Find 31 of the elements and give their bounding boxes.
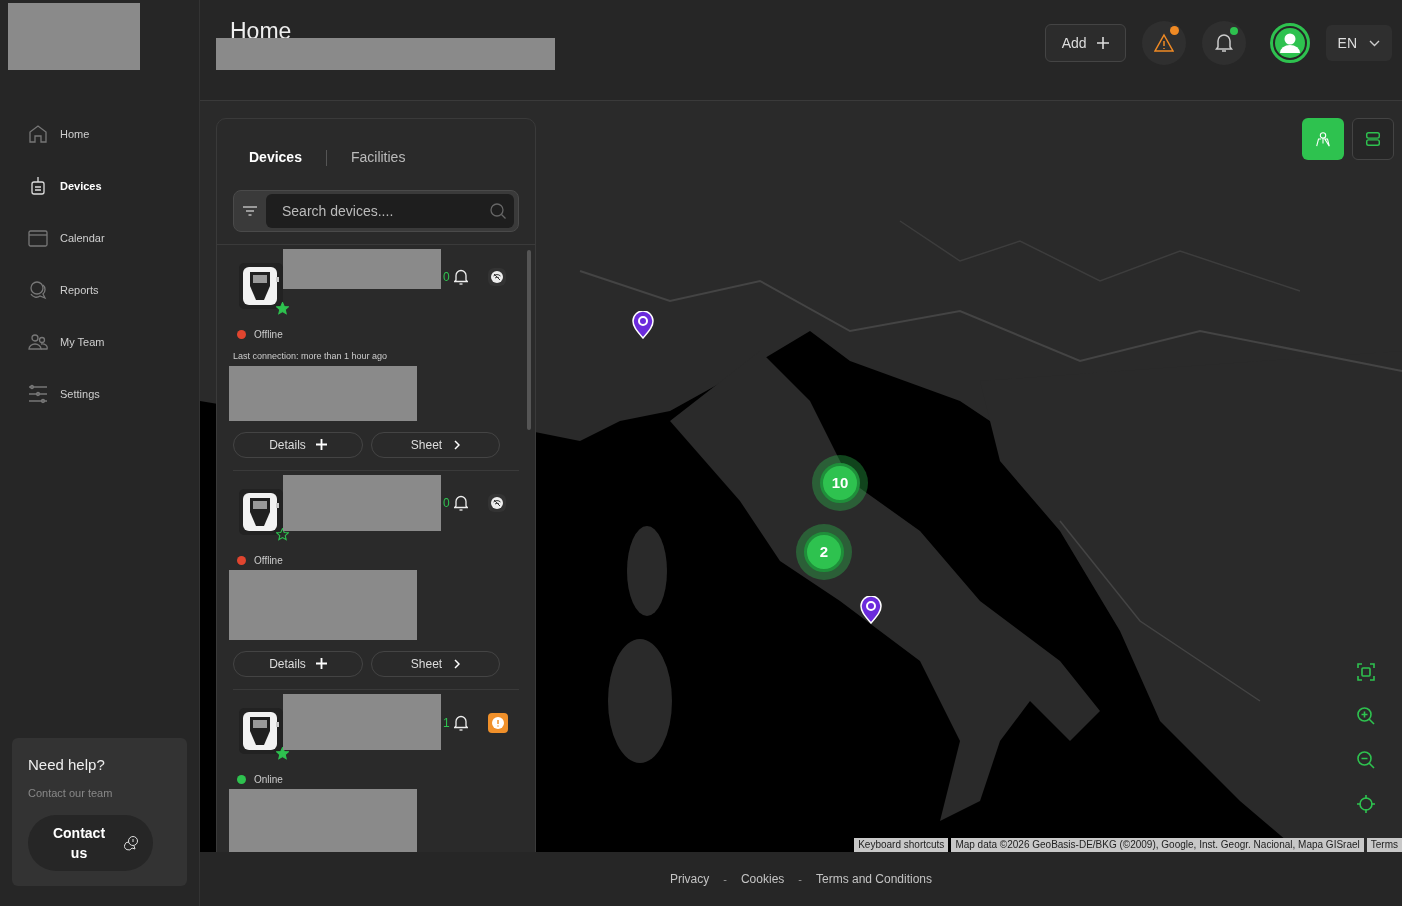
reports-icon — [28, 280, 48, 300]
bell-icon — [1214, 33, 1233, 53]
warning-button[interactable] — [1141, 21, 1186, 65]
sidebar-item[interactable]: Calendar — [0, 212, 199, 264]
notifications-button[interactable] — [1201, 21, 1246, 65]
footer-link[interactable]: Cookies — [738, 870, 787, 888]
calendar-icon — [28, 228, 48, 248]
avatar-icon — [1274, 28, 1305, 58]
chat-icon — [123, 835, 139, 851]
team-icon — [28, 332, 48, 352]
home-icon — [28, 124, 48, 144]
footer-link[interactable]: Terms and Conditions — [814, 870, 935, 888]
add-button[interactable]: Add — [1044, 24, 1126, 62]
help-title: Need help? — [28, 755, 106, 775]
separator-text: - — [798, 871, 802, 887]
plus-icon — [1096, 37, 1109, 49]
help-subtitle: Contact our team — [28, 785, 114, 801]
sidebar-item[interactable]: Home — [0, 108, 199, 160]
language-selector[interactable]: EN — [1325, 25, 1392, 61]
sidebar-item[interactable]: My Team — [0, 316, 199, 368]
sidebar-item[interactable]: Reports — [0, 264, 199, 316]
footer-link[interactable]: Privacy — [667, 870, 712, 888]
warning-icon — [1153, 33, 1174, 53]
settings-icon — [28, 384, 48, 404]
separator-text: - — [723, 871, 727, 887]
sidebar-item[interactable]: Devices — [0, 160, 199, 212]
contact-button[interactable]: Contact us — [28, 815, 153, 871]
device-icon — [28, 176, 48, 196]
chevron-down-icon — [1369, 39, 1380, 47]
sidebar-item[interactable]: Settings — [0, 368, 199, 420]
avatar-button[interactable] — [1269, 23, 1310, 63]
